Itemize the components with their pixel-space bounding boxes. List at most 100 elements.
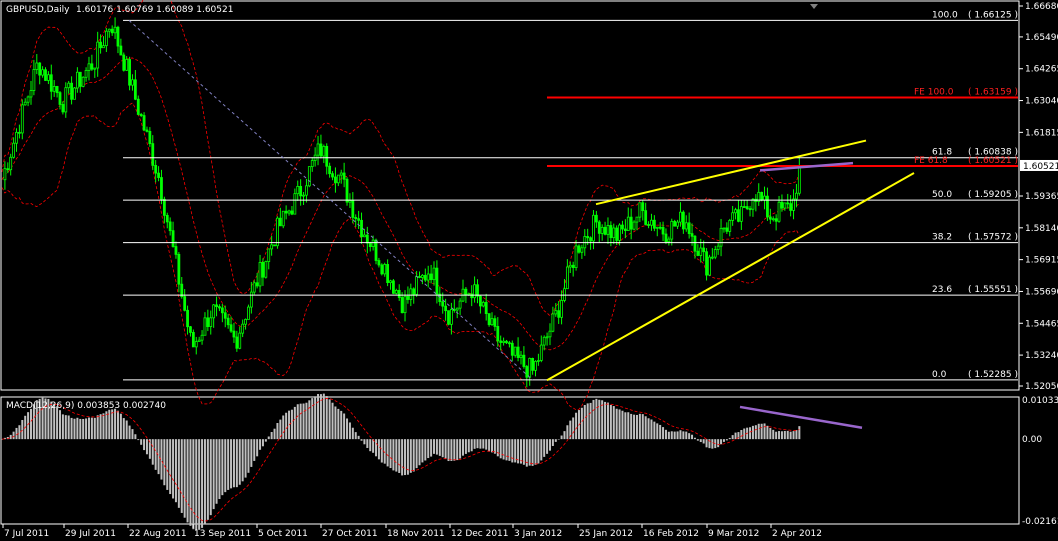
candle-body: [302, 194, 305, 197]
candle-body: [403, 295, 407, 314]
candle-body: [626, 216, 630, 231]
macd-histogram-bar: [462, 439, 465, 456]
candle-body: [597, 221, 601, 234]
macd-histogram-bar: [116, 410, 119, 440]
macd-histogram-bar: [256, 439, 259, 457]
candle-body: [331, 173, 334, 178]
macd-histogram-bar: [293, 406, 296, 440]
macd-histogram-bar: [114, 408, 117, 440]
macd-histogram-bar: [554, 439, 557, 442]
macd-histogram-bar: [360, 439, 363, 441]
candle-body: [429, 273, 433, 281]
macd-label: MACD(12,26,9) 0.003853 0.002740: [6, 401, 166, 411]
candle-body: [223, 312, 227, 319]
candle-body: [797, 165, 801, 194]
macd-histogram-bar: [421, 439, 424, 463]
macd-histogram-bar: [389, 439, 392, 469]
candle-body: [209, 317, 213, 328]
candle-body: [58, 92, 62, 105]
macd-histogram-bar: [215, 439, 218, 504]
candle-body: [392, 280, 395, 294]
macd-histogram-bar: [604, 401, 607, 440]
macd-histogram-bar: [499, 439, 502, 459]
candle-body: [507, 342, 511, 345]
macd-histogram-bar: [433, 439, 436, 454]
candle-body: [75, 71, 79, 89]
macd-histogram-bar: [418, 439, 421, 466]
macd-histogram-bar: [351, 427, 354, 440]
candle-body: [145, 129, 149, 132]
candle-body: [183, 296, 187, 311]
candle-body: [763, 195, 766, 201]
macd-histogram-bar: [325, 396, 328, 440]
candle-body: [46, 74, 50, 81]
candle-body: [84, 70, 88, 78]
current-price-label: 1.60521: [1023, 162, 1058, 172]
macd-histogram-bar: [589, 402, 592, 440]
candle-body: [780, 201, 784, 209]
fib-level-pct: 38.2: [932, 233, 952, 243]
macd-histogram-bar: [311, 398, 314, 440]
candle-body: [162, 198, 166, 216]
macd-histogram-bar: [482, 439, 485, 449]
macd-histogram-bar: [232, 439, 235, 488]
candle-body: [606, 225, 610, 235]
candle-body: [690, 233, 694, 237]
candle-body: [435, 267, 439, 295]
macd-histogram-bar: [612, 406, 615, 440]
candle-body: [710, 256, 714, 259]
macd-histogram-bar: [795, 430, 798, 440]
candle-body: [412, 288, 416, 295]
macd-histogram-bar: [595, 398, 598, 440]
candle-body: [270, 244, 274, 250]
candle-body: [64, 87, 68, 113]
candle-body: [571, 264, 575, 268]
macd-histogram-bar: [720, 439, 723, 445]
macd-histogram-bar: [635, 414, 638, 440]
fe-level-label: FE 61.8: [914, 156, 948, 166]
macd-histogram-bar: [705, 439, 708, 448]
fe-level-price: ( 1.63159 ): [968, 87, 1018, 97]
candle-body: [623, 228, 627, 231]
candle-body: [795, 192, 798, 200]
candle-body: [473, 284, 477, 299]
candle-body: [151, 143, 155, 166]
candle-body: [78, 71, 82, 87]
macd-histogram-bar: [404, 439, 407, 476]
macd-histogram-bar: [296, 404, 299, 440]
candle-body: [536, 360, 540, 362]
macd-histogram-bar: [157, 439, 160, 475]
candle-body: [17, 131, 21, 134]
ohlc-readout: 1.60176 1.60769 1.60089 1.60521: [76, 5, 233, 15]
candle-body: [3, 168, 7, 181]
candle-body: [731, 212, 735, 221]
macd-histogram-bar: [276, 423, 279, 440]
candle-body: [380, 264, 384, 275]
macd-histogram-bar: [412, 439, 415, 472]
macd-histogram-bar: [548, 439, 551, 451]
price-axis-label: 1.56915: [1025, 256, 1058, 266]
candle-body: [290, 210, 294, 215]
candle-body: [194, 341, 198, 348]
candle-body: [397, 289, 401, 298]
macd-histogram-bar: [560, 435, 563, 440]
candle-body: [232, 330, 236, 338]
candle-body: [676, 221, 679, 227]
macd-histogram-bar: [566, 425, 569, 440]
candle-body: [49, 74, 53, 92]
candle-body: [699, 247, 703, 256]
candle-body: [377, 260, 381, 266]
macd-histogram-bar: [453, 439, 456, 461]
candle-body: [336, 174, 340, 184]
candle-body: [52, 86, 56, 92]
candle-body: [658, 226, 662, 229]
macd-histogram-bar: [363, 439, 366, 445]
candle-body: [728, 220, 732, 232]
candle-body: [148, 130, 152, 145]
candle-body: [276, 217, 279, 247]
candle-body: [519, 354, 523, 358]
candle-body: [751, 198, 755, 210]
candle-body: [70, 82, 73, 100]
chart-canvas[interactable]: 100.0( 1.66125 )61.8( 1.60838 )50.0( 1.5…: [0, 0, 1058, 541]
macd-histogram-bar: [119, 413, 122, 440]
